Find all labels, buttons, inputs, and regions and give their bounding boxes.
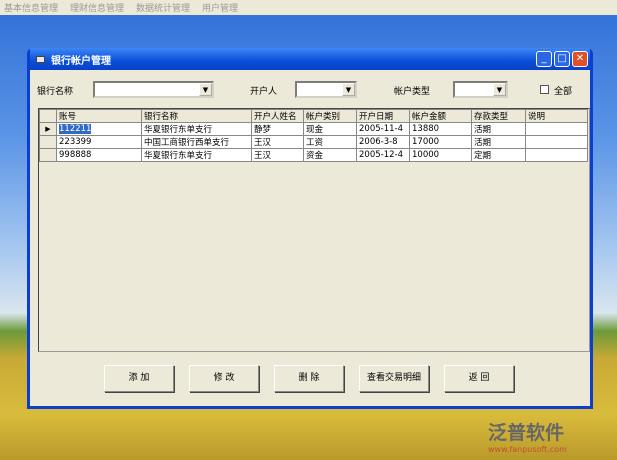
- col-header[interactable]: 存款类型: [471, 109, 526, 123]
- cell[interactable]: 华夏银行东单支行: [141, 122, 252, 136]
- table-row[interactable]: ▶ 112211 华夏银行东单支行 静梦 现金 2005-11-4 13880 …: [39, 122, 588, 136]
- watermark-site: www.fanpusoft.com: [488, 445, 567, 454]
- cell[interactable]: 活期: [471, 135, 526, 149]
- col-header[interactable]: 开户人姓名: [251, 109, 304, 123]
- col-header[interactable]: 银行名称: [141, 109, 252, 123]
- cell[interactable]: 工资: [303, 135, 357, 149]
- row-indicator-header: [39, 109, 57, 123]
- window-client: 银行名称 ▼ 开户人 ▼ 帐户类型 ▼ 全部 账号 银行名称 开户人姓名 帐户类…: [30, 70, 590, 406]
- menu-bar: 基本信息管理 理财信息管理 数据统计管理 用户管理: [0, 0, 617, 15]
- cell[interactable]: 资金: [303, 148, 357, 162]
- cell[interactable]: [525, 135, 588, 149]
- cell[interactable]: 王汉: [251, 148, 304, 162]
- chevron-down-icon[interactable]: ▼: [342, 83, 355, 96]
- minimize-button[interactable]: _: [536, 51, 552, 67]
- menu-statistics[interactable]: 数据统计管理: [136, 1, 190, 14]
- watermark-logo: 泛普软件 www.fanpusoft.com: [488, 418, 567, 454]
- cell[interactable]: 223399: [56, 135, 142, 149]
- bank-account-window: 银行帐户管理 _ □ ✕ 银行名称 ▼ 开户人 ▼ 帐户类型 ▼ 全部 账号 银…: [27, 48, 593, 409]
- cell[interactable]: 2005-12-4: [356, 148, 410, 162]
- all-checkbox[interactable]: [540, 85, 549, 94]
- title-bar: 银行帐户管理: [30, 48, 590, 70]
- chevron-down-icon[interactable]: ▼: [199, 83, 212, 96]
- cell[interactable]: 华夏银行东单支行: [141, 148, 252, 162]
- col-header[interactable]: 帐户类别: [303, 109, 357, 123]
- window-icon: [36, 55, 45, 63]
- maximize-button[interactable]: □: [554, 51, 570, 67]
- cell[interactable]: [525, 122, 588, 136]
- back-button[interactable]: 返 回: [444, 365, 514, 392]
- cell-text: 112211: [59, 124, 92, 134]
- cell[interactable]: 定期: [471, 148, 526, 162]
- cell[interactable]: [525, 148, 588, 162]
- cell[interactable]: 13880: [409, 122, 472, 136]
- account-type-combo[interactable]: ▼: [453, 81, 508, 98]
- all-label: 全部: [554, 87, 573, 97]
- cell[interactable]: 2005-11-4: [356, 122, 410, 136]
- col-header[interactable]: 账号: [56, 109, 142, 123]
- cell[interactable]: 静梦: [251, 122, 304, 136]
- col-header[interactable]: 说明: [525, 109, 588, 123]
- col-header[interactable]: 帐户金额: [409, 109, 472, 123]
- delete-button[interactable]: 删 除: [274, 365, 344, 392]
- row-indicator[interactable]: [39, 135, 57, 149]
- bank-name-combo[interactable]: ▼: [93, 81, 214, 98]
- close-button[interactable]: ✕: [572, 51, 588, 67]
- accounts-grid[interactable]: 账号 银行名称 开户人姓名 帐户类别 开户日期 帐户金额 存款类型 说明 ▶ 1…: [38, 108, 590, 352]
- view-details-button[interactable]: 查看交易明细: [359, 365, 429, 392]
- menu-finance-info[interactable]: 理财信息管理: [70, 1, 124, 14]
- menu-basic-info[interactable]: 基本信息管理: [4, 1, 58, 14]
- menu-user[interactable]: 用户管理: [202, 1, 238, 14]
- table-row[interactable]: 998888 华夏银行东单支行 王汉 资金 2005-12-4 10000 定期: [39, 148, 588, 162]
- cell[interactable]: 112211: [56, 122, 142, 136]
- add-button[interactable]: 添 加: [104, 365, 174, 392]
- owner-label: 开户人: [250, 87, 278, 97]
- cell[interactable]: 2006-3-8: [356, 135, 410, 149]
- edit-button[interactable]: 修 改: [189, 365, 259, 392]
- current-row-icon: ▶: [39, 122, 57, 136]
- bank-name-label: 银行名称: [37, 87, 74, 97]
- cell[interactable]: 998888: [56, 148, 142, 162]
- watermark-brand: 泛普软件: [488, 422, 565, 444]
- account-type-label: 帐户类型: [394, 87, 431, 97]
- cell[interactable]: 10000: [409, 148, 472, 162]
- cell[interactable]: 活期: [471, 122, 526, 136]
- grid-header: 账号 银行名称 开户人姓名 帐户类别 开户日期 帐户金额 存款类型 说明: [39, 109, 588, 123]
- col-header[interactable]: 开户日期: [356, 109, 410, 123]
- cell[interactable]: 王汉: [251, 135, 304, 149]
- window-title: 银行帐户管理: [51, 55, 111, 67]
- cell[interactable]: 中国工商银行西单支行: [141, 135, 252, 149]
- cell[interactable]: 17000: [409, 135, 472, 149]
- row-indicator[interactable]: [39, 148, 57, 162]
- chevron-down-icon[interactable]: ▼: [493, 83, 506, 96]
- table-row[interactable]: 223399 中国工商银行西单支行 王汉 工资 2006-3-8 17000 活…: [39, 135, 588, 149]
- cell[interactable]: 现金: [303, 122, 357, 136]
- owner-combo[interactable]: ▼: [295, 81, 357, 98]
